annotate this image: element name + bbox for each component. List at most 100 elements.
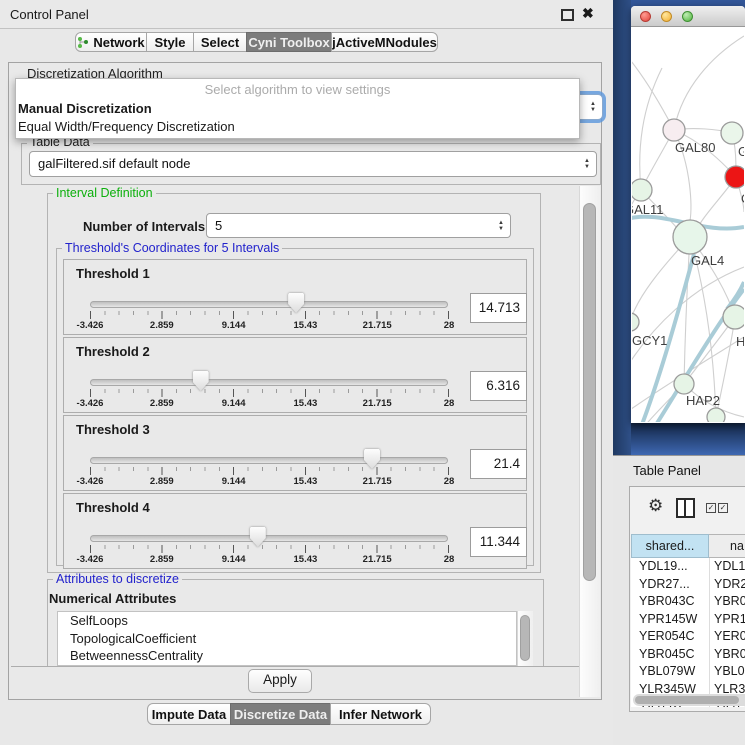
tick-label: 28 xyxy=(444,554,455,565)
cell-name: YDL19 xyxy=(714,558,745,576)
close-icon[interactable]: ✖ xyxy=(582,5,594,22)
float-window-icon[interactable] xyxy=(561,9,574,21)
list-scrollbar[interactable] xyxy=(517,611,533,666)
settings-gear-icon[interactable]: ⚙ xyxy=(648,496,663,516)
slider-ticks xyxy=(90,389,449,397)
network-edge[interactable] xyxy=(674,36,744,130)
threshold-value-field[interactable]: 21.4 xyxy=(470,449,527,479)
network-node[interactable] xyxy=(632,313,639,331)
tab-impute-data[interactable]: Impute Data xyxy=(147,703,231,725)
tab-cyni-label: Cyni Toolbox xyxy=(248,35,329,50)
threshold-slider-thumb[interactable] xyxy=(364,449,380,469)
tab-cyni-toolbox[interactable]: Cyni Toolbox xyxy=(246,32,332,52)
minimize-window-button[interactable] xyxy=(661,11,672,22)
dropdown-item-equal-width[interactable]: Equal Width/Frequency Discretization xyxy=(16,117,581,136)
threshold-slider-track[interactable] xyxy=(90,301,448,308)
control-panel-titlebar xyxy=(0,0,613,29)
tick-label: 28 xyxy=(444,476,455,487)
table-hscrollbar-thumb[interactable] xyxy=(635,696,739,704)
table-data-combobox[interactable]: galFiltered.sif default node ▲▼ xyxy=(29,151,597,177)
network-node[interactable] xyxy=(707,408,725,422)
close-window-button[interactable] xyxy=(640,11,651,22)
list-item[interactable]: SelfLoops xyxy=(58,612,516,630)
tab-discretize-label: Discretize Data xyxy=(234,707,327,722)
network-window-titlebar[interactable] xyxy=(631,6,745,27)
tab-style[interactable]: Style xyxy=(146,32,194,52)
attributes-group-label: Attributes to discretize xyxy=(53,573,182,586)
tab-jactivemnodules[interactable]: jActiveMNodules xyxy=(331,32,438,52)
algorithm-dropdown-popup: Select algorithm to view settings Manual… xyxy=(15,78,580,139)
tick-label: 15.43 xyxy=(294,554,318,565)
table-row[interactable]: YBR045CYBR04 xyxy=(631,646,745,664)
cell-shared-name: YBL079W xyxy=(639,663,695,681)
panel-scrollbar[interactable] xyxy=(579,186,600,697)
network-node[interactable] xyxy=(674,374,694,394)
node-label: C xyxy=(741,191,744,206)
tab-discretize-data[interactable]: Discretize Data xyxy=(230,703,331,725)
tick-label: 9.144 xyxy=(222,554,246,565)
tick-label: -3.426 xyxy=(77,320,104,331)
column-header-shared[interactable]: shared... xyxy=(631,534,709,558)
select-columns-icon[interactable]: ✓ ✓ xyxy=(706,503,728,513)
threshold-value-field[interactable]: 14.713 xyxy=(470,293,527,323)
apply-button[interactable]: Apply xyxy=(248,669,312,693)
network-canvas[interactable]: GAL80GACGAL11GAL4GCY1HHAP2 xyxy=(632,28,744,422)
tick-label: 15.43 xyxy=(294,320,318,331)
zoom-window-button[interactable] xyxy=(682,11,693,22)
threshold-label: Threshold 3 xyxy=(76,422,150,437)
threshold-slider-thumb[interactable] xyxy=(250,527,266,547)
threshold-value-field[interactable]: 11.344 xyxy=(470,527,527,557)
number-of-intervals-value: 5 xyxy=(215,218,222,233)
cell-shared-name: YDR27... xyxy=(639,576,690,594)
number-of-intervals-label: Number of Intervals xyxy=(83,219,205,234)
threshold-slider-track[interactable] xyxy=(90,457,448,464)
tab-infer-network[interactable]: Infer Network xyxy=(330,703,431,725)
network-node[interactable] xyxy=(723,305,744,329)
panel-scrollbar-thumb[interactable] xyxy=(583,203,596,581)
table-row[interactable]: YDR27...YDR27 xyxy=(631,576,745,594)
number-of-intervals-combobox[interactable]: 5 ▲▼ xyxy=(206,213,511,238)
tab-select[interactable]: Select xyxy=(193,32,247,52)
table-row[interactable]: YPR145WYPR14 xyxy=(631,611,745,629)
column-header-name[interactable]: na xyxy=(709,534,745,558)
network-node[interactable] xyxy=(725,166,744,188)
desktop-left-edge xyxy=(613,0,631,455)
threshold-panel: Threshold 1 -3.4262.8599.14415.4321.7152… xyxy=(63,259,527,335)
dropdown-prompt-item[interactable]: Select algorithm to view settings xyxy=(16,80,579,99)
threshold-panel: Threshold 4 -3.4262.8599.14415.4321.7152… xyxy=(63,493,527,569)
list-item[interactable]: BetweennessCentrality xyxy=(58,647,516,665)
network-node[interactable] xyxy=(721,122,743,144)
threshold-slider-track[interactable] xyxy=(90,535,448,542)
tick-label: -3.426 xyxy=(77,476,104,487)
list-item[interactable]: TopologicalCoefficient xyxy=(58,630,516,648)
network-node[interactable] xyxy=(663,119,685,141)
threshold-slider-track[interactable] xyxy=(90,379,448,386)
table-row[interactable]: YER054CYER05 xyxy=(631,628,745,646)
cell-name: YBR04 xyxy=(714,646,745,664)
threshold-value-field[interactable]: 6.316 xyxy=(470,371,527,401)
table-row[interactable]: YDL19...YDL19 xyxy=(631,558,745,576)
cell-shared-name: YER054C xyxy=(639,628,695,646)
table-row[interactable]: YBL079WYBL07 xyxy=(631,663,745,681)
threshold-slider-thumb[interactable] xyxy=(288,293,304,313)
threshold-label: Threshold 1 xyxy=(76,266,150,281)
tick-label: 15.43 xyxy=(294,476,318,487)
node-label: H xyxy=(736,334,744,349)
dropdown-item-manual-discretization[interactable]: Manual Discretization xyxy=(16,99,581,118)
node-table: ⚙ ✓ ✓ shared... na YDL19...YDL19YDR27...… xyxy=(629,486,745,712)
split-columns-icon[interactable] xyxy=(676,498,695,518)
list-scrollbar-thumb[interactable] xyxy=(520,615,530,661)
tab-network[interactable]: Network xyxy=(75,32,147,52)
network-node[interactable] xyxy=(632,179,652,201)
tick-label: 9.144 xyxy=(222,320,246,331)
cyni-toolbox-panel: Discretization Algorithm ▲▼ Select algor… xyxy=(8,62,602,700)
network-node[interactable] xyxy=(673,220,707,254)
threshold-slider-thumb[interactable] xyxy=(193,371,209,391)
table-data-value: galFiltered.sif default node xyxy=(38,156,190,171)
table-row[interactable]: YBR043CYBR04 xyxy=(631,593,745,611)
network-edge[interactable] xyxy=(632,56,674,130)
node-label: GCY1 xyxy=(632,333,667,348)
network-edge[interactable] xyxy=(684,237,690,384)
table-hscrollbar[interactable] xyxy=(633,694,745,706)
scrollpane-bottom-border xyxy=(11,666,579,667)
